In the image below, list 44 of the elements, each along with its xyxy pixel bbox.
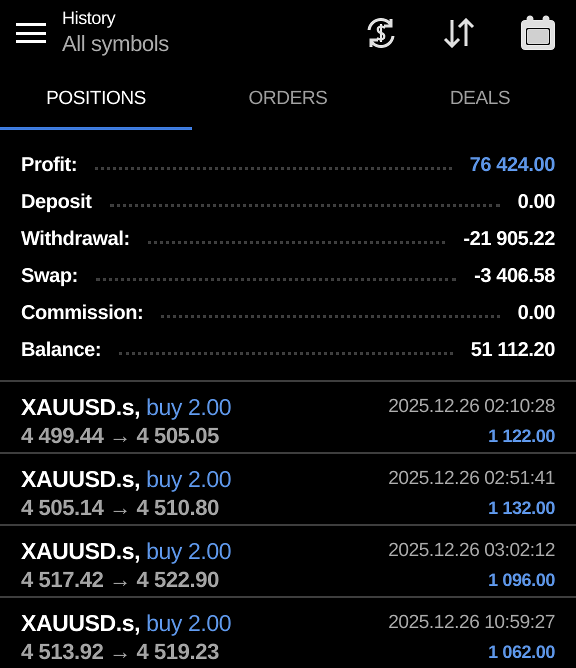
summary-value: 0.00 [518, 300, 555, 326]
trade-volume: buy 2.00 [146, 465, 232, 494]
position-row[interactable]: XAUUSD.s, buy 2.00 4 517.42 → 4 522.90 2025.12.26 03:02:12 1 096.00 [0, 524, 576, 596]
summary-label: Swap: [21, 264, 78, 288]
trade-time: 2025.12.26 10:59:27 [388, 611, 555, 635]
summary-value: 0.00 [518, 190, 555, 214]
trade-profit: 1 062.00 [488, 641, 555, 664]
position-row[interactable]: XAUUSD.s, buy 2.00 4 513.92 → 4 519.23 2025.12.26 10:59:27 1 062.00 [0, 596, 576, 668]
summary-value: 76 424.00 [470, 152, 555, 178]
trade-profit: 1 132.00 [488, 497, 555, 520]
summary-value: 51 112.20 [470, 338, 555, 362]
summary-value: -21 905.22 [463, 226, 555, 252]
price-range: 4 505.14 → 4 510.80 [21, 494, 220, 522]
summary-label: Balance: [21, 338, 102, 362]
trade-volume: buy 2.00 [146, 393, 232, 422]
trade-time: 2025.12.26 02:10:28 [388, 395, 555, 419]
sort-icon[interactable] [442, 16, 476, 50]
trade-time: 2025.12.26 03:02:12 [388, 539, 555, 563]
tab[interactable]: POSITIONS [0, 66, 192, 130]
symbol-name: XAUUSD.s, [21, 393, 140, 422]
symbol-name: XAUUSD.s, [21, 465, 140, 494]
trade-profit: 1 122.00 [488, 425, 555, 448]
symbol-name: XAUUSD.s, [21, 609, 140, 638]
summary-label: Withdrawal: [21, 226, 130, 252]
symbol-filter[interactable]: All symbols [62, 29, 169, 60]
position-row[interactable]: XAUUSD.s, buy 2.00 4 499.44 → 4 505.05 2025.12.26 02:10:28 1 122.00 [0, 380, 576, 452]
screen-title: History [62, 7, 116, 30]
trade-volume: buy 2.00 [146, 537, 232, 566]
summary-label: Deposit [21, 190, 92, 214]
position-row[interactable]: XAUUSD.s, buy 2.00 4 505.14 → 4 510.80 2025.12.26 02:51:41 1 132.00 [0, 452, 576, 524]
summary-value: -3 406.58 [474, 264, 555, 288]
summary-label: Profit: [21, 152, 78, 178]
menu-button[interactable] [16, 21, 46, 46]
summary-label: Commission: [21, 300, 144, 326]
price-range: 4 517.42 → 4 522.90 [21, 566, 220, 594]
trade-volume: buy 2.00 [146, 609, 232, 638]
price-range: 4 499.44 → 4 505.05 [21, 422, 220, 450]
tab[interactable]: ORDERS [192, 66, 384, 130]
tab[interactable]: DEALS [384, 66, 576, 130]
symbol-name: XAUUSD.s, [21, 537, 140, 566]
trade-profit: 1 096.00 [488, 569, 555, 592]
calendar-icon[interactable] [520, 15, 556, 52]
trade-time: 2025.12.26 02:51:41 [388, 467, 555, 491]
price-range: 4 513.92 → 4 519.23 [21, 638, 220, 666]
